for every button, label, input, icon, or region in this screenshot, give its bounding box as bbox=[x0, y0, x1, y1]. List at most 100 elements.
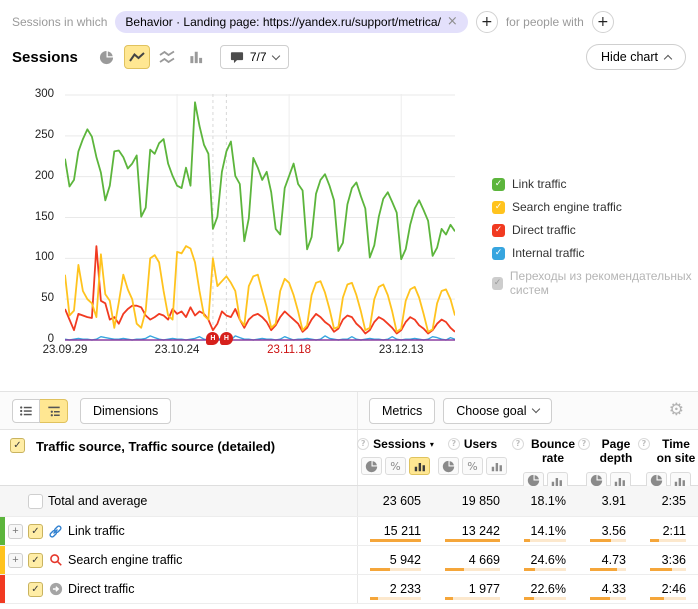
legend-label: Search engine traffic bbox=[512, 200, 622, 214]
select-all-checkbox[interactable]: ✓ bbox=[10, 438, 25, 453]
row-checkbox[interactable]: ✓ bbox=[28, 553, 43, 568]
chevron-up-icon bbox=[664, 54, 672, 62]
columns-chart-type-button[interactable] bbox=[184, 45, 210, 69]
help-icon[interactable]: ? bbox=[638, 438, 650, 450]
mini-bar-fill bbox=[524, 568, 535, 571]
row-checkbox[interactable]: ✓ bbox=[28, 524, 43, 539]
dimensions-button-label: Dimensions bbox=[93, 404, 158, 418]
mini-bar bbox=[524, 568, 566, 571]
percent-toggle-icon: % bbox=[467, 460, 477, 473]
hide-chart-label: Hide chart bbox=[601, 50, 658, 64]
metric-cell: 4.33 bbox=[578, 575, 638, 603]
metric-column-header: ? Page depth bbox=[578, 430, 638, 485]
view-toggle bbox=[12, 399, 68, 423]
row-name[interactable]: Search engine traffic bbox=[68, 553, 182, 567]
segment-chip-label: Behavior · Landing page: https://yandex.… bbox=[125, 15, 441, 29]
add-user-condition-button[interactable]: + bbox=[592, 11, 614, 33]
pie-display-toggle[interactable] bbox=[361, 457, 382, 475]
legend-checkbox[interactable]: ✓ bbox=[492, 201, 505, 214]
mini-bar-fill bbox=[590, 539, 611, 542]
metric-value: 23 605 bbox=[383, 494, 421, 508]
row-name[interactable]: Direct traffic bbox=[68, 582, 134, 596]
x-tick-label: 23.12.13 bbox=[370, 344, 432, 356]
metric-value: 2:35 bbox=[662, 494, 686, 508]
mini-bar-fill bbox=[650, 539, 659, 542]
legend-checkbox[interactable]: ✓ bbox=[492, 224, 505, 237]
bars-display-toggle[interactable] bbox=[409, 457, 430, 475]
expand-row-button[interactable]: + bbox=[8, 524, 23, 539]
metric-column-label[interactable]: ?Bounce rate bbox=[512, 437, 578, 466]
metric-column-label[interactable]: ?Time on site bbox=[638, 437, 698, 466]
pie-chart-icon bbox=[99, 50, 114, 65]
percent-display-toggle[interactable]: % bbox=[385, 457, 406, 475]
percent-display-toggle[interactable]: % bbox=[462, 457, 483, 475]
dimension-header-title: Traffic source, Traffic source (detailed… bbox=[36, 438, 275, 454]
legend-checkbox[interactable]: ✓ bbox=[492, 178, 505, 191]
line-chart-type-button[interactable] bbox=[124, 45, 150, 69]
pie-chart-type-button[interactable] bbox=[94, 45, 120, 69]
help-icon[interactable]: ? bbox=[512, 438, 524, 450]
help-icon[interactable]: ? bbox=[578, 438, 590, 450]
metric-column-label[interactable]: ?Users bbox=[448, 437, 497, 451]
mini-bar bbox=[370, 568, 421, 571]
metric-cell: 2 233 bbox=[358, 575, 433, 603]
mini-bar-fill bbox=[445, 539, 500, 542]
metric-value: 4.73 bbox=[602, 553, 626, 567]
bars-display-toggle[interactable] bbox=[486, 457, 507, 475]
total-row-label-cell: +✓Total and average bbox=[0, 486, 358, 516]
row-label-cell: +✓Direct traffic bbox=[0, 575, 358, 603]
holiday-annotation-marker[interactable]: H bbox=[220, 332, 233, 345]
dimensions-button[interactable]: Dimensions bbox=[80, 398, 171, 424]
add-session-condition-button[interactable]: + bbox=[476, 11, 498, 33]
metric-cell: 13 242 bbox=[433, 517, 512, 545]
legend-checkbox[interactable]: ✓ bbox=[492, 247, 505, 260]
table-settings-gear-icon[interactable]: ⚙ bbox=[669, 402, 684, 419]
hide-chart-button[interactable]: Hide chart bbox=[586, 44, 686, 70]
legend-item[interactable]: ✓Переходы из рекомендательных систем bbox=[492, 269, 698, 297]
legend-label: Direct traffic bbox=[512, 223, 576, 237]
metric-display-toggles: % bbox=[438, 457, 507, 475]
metric-cell: 18.1% bbox=[512, 486, 578, 516]
legend-checkbox[interactable]: ✓ bbox=[492, 277, 503, 290]
stacked-chart-type-button[interactable] bbox=[154, 45, 180, 69]
metric-column-header: ?Bounce rate bbox=[512, 430, 578, 485]
row-checkbox[interactable]: ✓ bbox=[28, 582, 43, 597]
expand-row-button[interactable]: + bbox=[8, 553, 23, 568]
pie-display-toggle[interactable] bbox=[438, 457, 459, 475]
legend-item[interactable]: ✓ Search engine traffic bbox=[492, 200, 698, 214]
metric-value: 2 233 bbox=[390, 582, 421, 596]
metric-label-text: Page depth bbox=[594, 437, 638, 466]
choose-goal-label: Choose goal bbox=[456, 404, 526, 418]
metric-value: 3:36 bbox=[662, 553, 686, 567]
y-tick-label: 50 bbox=[10, 292, 54, 304]
legend-item[interactable]: ✓ Direct traffic bbox=[492, 223, 698, 237]
choose-goal-dropdown[interactable]: Choose goal bbox=[443, 398, 552, 424]
holiday-annotation-marker[interactable]: H bbox=[206, 332, 219, 345]
dimension-header-cell: ✓ Traffic source, Traffic source (detail… bbox=[0, 430, 358, 485]
bars-toggle-icon bbox=[674, 475, 686, 487]
flat-list-view-button[interactable] bbox=[12, 399, 40, 423]
help-icon[interactable]: ? bbox=[448, 438, 460, 450]
metric-cell: 19 850 bbox=[433, 486, 512, 516]
remove-segment-icon[interactable]: × bbox=[447, 15, 458, 28]
list-view-icon bbox=[19, 404, 33, 418]
x-tick-label: 23.10.24 bbox=[146, 344, 208, 356]
total-row-checkbox[interactable]: ✓ bbox=[28, 494, 43, 509]
metric-column-label[interactable]: ?Sessions▾ bbox=[357, 437, 434, 451]
y-tick-label: 200 bbox=[10, 170, 54, 182]
segment-chip[interactable]: Behavior · Landing page: https://yandex.… bbox=[115, 11, 467, 33]
tree-view-button[interactable] bbox=[40, 399, 68, 423]
metrics-button[interactable]: Metrics bbox=[369, 398, 435, 424]
series-link-traffic bbox=[65, 102, 455, 259]
metric-value: 19 850 bbox=[462, 494, 500, 508]
metric-value: 13 242 bbox=[462, 524, 500, 538]
table-row: +✓Direct traffic2 2331 97722.6%4.332:46 bbox=[0, 575, 698, 604]
legend-item[interactable]: ✓ Internal traffic bbox=[492, 246, 698, 260]
row-name[interactable]: Link traffic bbox=[68, 524, 125, 538]
series-direct-traffic bbox=[65, 246, 455, 333]
annotations-dropdown[interactable]: 7/7 bbox=[220, 45, 289, 69]
help-icon[interactable]: ? bbox=[357, 438, 369, 450]
legend-item[interactable]: ✓Link traffic bbox=[492, 177, 698, 191]
metric-column-label[interactable]: ? Page depth bbox=[578, 437, 638, 466]
legend-label: Internal traffic bbox=[512, 246, 584, 260]
